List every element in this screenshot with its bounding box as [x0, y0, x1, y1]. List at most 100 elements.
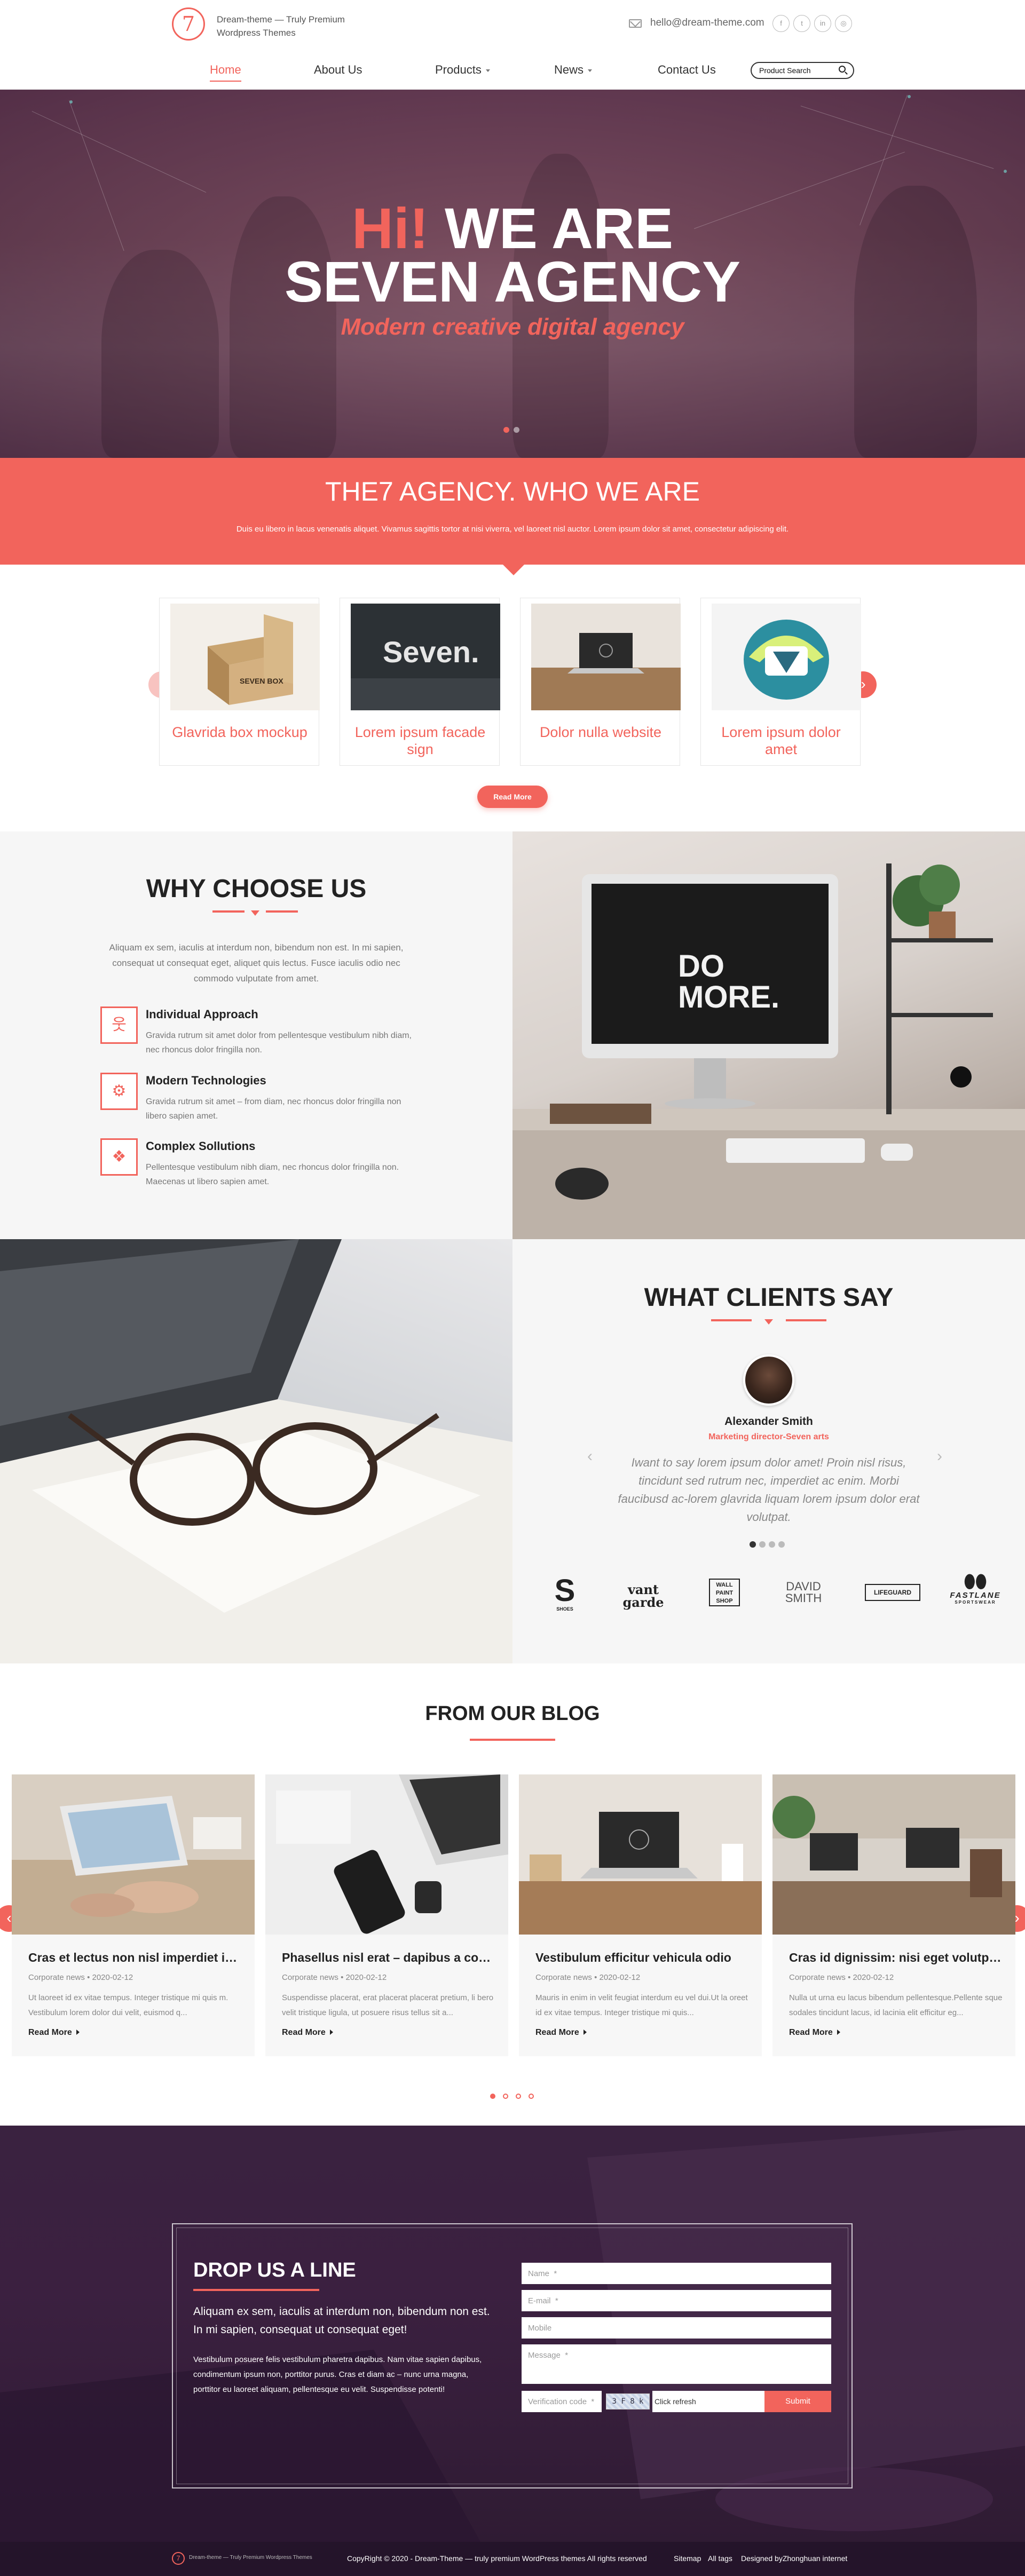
- network-node: [69, 100, 73, 104]
- nav-contact[interactable]: Contact Us: [658, 63, 716, 77]
- clients-title: WHAT CLIENTS SAY: [644, 1283, 894, 1312]
- blog-post-title[interactable]: Phasellus nisl erat – dapibus a conv...: [282, 1951, 495, 1965]
- blog-photo-laptop-hands: [12, 1774, 255, 1935]
- linkedin-icon[interactable]: in: [814, 15, 831, 32]
- blog-category[interactable]: Corporate news: [789, 1973, 846, 1982]
- verification-field[interactable]: [522, 2391, 602, 2412]
- blog-card[interactable]: Cras et lectus non nisl imperdiet in ...…: [12, 1774, 255, 2056]
- instagram-icon[interactable]: ◎: [835, 15, 852, 32]
- box-mockup-illustration: SEVEN BOX: [208, 614, 293, 705]
- nav-news-label: News: [554, 63, 584, 76]
- footer-sitemap-link[interactable]: Sitemap: [674, 2554, 701, 2563]
- title-decoration-right: [266, 910, 298, 913]
- blog-card[interactable]: Phasellus nisl erat – dapibus a conv... …: [265, 1774, 508, 2056]
- testimonial-dot[interactable]: [769, 1541, 775, 1548]
- feature-desc: Gravida rutrum sit amet – from diam, nec…: [146, 1097, 401, 1121]
- hero-slider: Hi! WE ARE SEVEN AGENCY Modern creative …: [0, 90, 1025, 458]
- footer-logo-icon[interactable]: 7: [172, 2552, 185, 2565]
- footer-logo-text[interactable]: Dream-theme — Truly Premium Wordpress Th…: [189, 2555, 312, 2561]
- contact-email-link[interactable]: hello@dream-theme.com: [650, 17, 764, 29]
- hero-pagination: [503, 426, 524, 435]
- network-node: [1004, 170, 1007, 173]
- nav-news[interactable]: News: [554, 63, 593, 77]
- hero-dot-2[interactable]: [514, 427, 519, 433]
- caret-right-icon: [583, 2030, 587, 2035]
- title-decoration-right: [786, 1319, 826, 1321]
- hero-dot-1[interactable]: [503, 427, 509, 433]
- blog-read-more-link[interactable]: Read More: [28, 2028, 80, 2038]
- testimonial-dot[interactable]: [759, 1541, 766, 1548]
- blog-image: [265, 1774, 508, 1935]
- testimonial-dot[interactable]: [778, 1541, 785, 1548]
- read-more-button[interactable]: Read More: [477, 786, 548, 808]
- name-field[interactable]: [522, 2263, 831, 2284]
- product-card[interactable]: Seven. Lorem ipsum facade sign: [340, 598, 500, 766]
- twitter-icon[interactable]: t: [793, 15, 810, 32]
- blog-read-more-link[interactable]: Read More: [282, 2028, 333, 2038]
- contact-body: Vestibulum posuere felis vestibulum phar…: [193, 2355, 482, 2394]
- search-icon[interactable]: [839, 66, 846, 73]
- nav-about[interactable]: About Us: [314, 63, 362, 77]
- blog-category[interactable]: Corporate news: [535, 1973, 592, 1982]
- message-field[interactable]: [522, 2344, 831, 2384]
- product-title[interactable]: Glavrida box mockup: [165, 724, 314, 741]
- title-decoration-chevron: [251, 910, 259, 916]
- blog-read-more-link[interactable]: Read More: [535, 2028, 587, 2038]
- captcha-image[interactable]: 3 F 8 k: [606, 2393, 650, 2409]
- blog-category[interactable]: Corporate news: [282, 1973, 338, 1982]
- client-name: Alexander Smith: [724, 1415, 813, 1428]
- feature-title: Modern Technologies: [146, 1074, 266, 1087]
- blog-dot[interactable]: [516, 2094, 521, 2099]
- facade-sign-text: Seven.: [383, 635, 479, 669]
- product-card[interactable]: SEVEN BOX Glavrida box mockup: [159, 598, 320, 766]
- blog-image: [12, 1774, 255, 1935]
- captcha-refresh-link[interactable]: Click refresh: [652, 2391, 764, 2412]
- hero-title-line-2: SEVEN AGENCY: [284, 249, 741, 314]
- testimonial-pagination: [750, 1541, 788, 1550]
- blog-dot[interactable]: [529, 2094, 534, 2099]
- blog-card[interactable]: Cras id dignissim: nisi eget volutpat...…: [772, 1774, 1015, 2056]
- footer-all-tags-link[interactable]: All tags: [708, 2554, 732, 2563]
- meta-separator: •: [87, 1973, 90, 1982]
- product-card[interactable]: Lorem ipsum dolor amet: [700, 598, 861, 766]
- blog-post-excerpt: Ut laoreet id ex vitae tempus. Integer t…: [28, 1993, 228, 2017]
- mobile-field[interactable]: [522, 2317, 831, 2339]
- logo-line-2: Wordpress Themes: [217, 28, 296, 38]
- blog-category[interactable]: Corporate news: [28, 1973, 85, 1982]
- product-title[interactable]: Lorem ipsum facade sign: [345, 724, 495, 758]
- box-mockup-text: SEVEN BOX: [240, 677, 283, 685]
- footer-designer-link[interactable]: Designed byZhonghuan internet: [741, 2554, 847, 2563]
- blog-dot[interactable]: [503, 2094, 508, 2099]
- chevron-down-icon: [588, 69, 593, 72]
- nav-products[interactable]: Products: [435, 63, 490, 77]
- logo-tagline[interactable]: Dream-theme — Truly Premium Wordpress Th…: [217, 13, 345, 39]
- submit-button[interactable]: Submit: [764, 2391, 831, 2412]
- contact-title: DROP US A LINE: [193, 2259, 356, 2281]
- email-field[interactable]: [522, 2290, 831, 2311]
- facebook-icon[interactable]: f: [772, 15, 790, 32]
- laptop-illustration: [531, 633, 681, 710]
- blog-dot[interactable]: [490, 2094, 495, 2099]
- feature-title: Complex Sollutions: [146, 1139, 256, 1153]
- product-title[interactable]: Dolor nulla website: [526, 724, 675, 741]
- meta-separator: •: [594, 1973, 597, 1982]
- blog-post-excerpt: Mauris in enim in velit feugiat interdum…: [535, 1993, 748, 2017]
- testimonial-next-button[interactable]: ›: [937, 1447, 942, 1465]
- blog-post-title[interactable]: Cras id dignissim: nisi eget volutpat...: [789, 1951, 1003, 1965]
- site-footer: 7 Dream-theme — Truly Premium Wordpress …: [0, 2542, 1025, 2576]
- testimonial-dot[interactable]: [750, 1541, 756, 1548]
- gears-icon: ⚙: [100, 1073, 138, 1110]
- blog-post-title[interactable]: Cras et lectus non nisl imperdiet in ...: [28, 1951, 242, 1965]
- contact-section: DROP US A LINE Aliquam ex sem, iaculis a…: [0, 2126, 1025, 2542]
- blog-post-title[interactable]: Vestibulum efficitur vehicula odio: [535, 1951, 749, 1965]
- logo-icon[interactable]: 7: [172, 7, 205, 41]
- avatar: [743, 1354, 794, 1406]
- blog-card[interactable]: Vestibulum efficitur vehicula odio Corpo…: [519, 1774, 762, 2056]
- testimonial-prev-button[interactable]: ‹: [587, 1447, 593, 1465]
- blog-post-meta: Corporate news • 2020-02-12: [535, 1973, 640, 1982]
- product-title[interactable]: Lorem ipsum dolor amet: [706, 724, 856, 758]
- nav-home[interactable]: Home: [210, 63, 241, 82]
- blog-read-more-link[interactable]: Read More: [789, 2028, 840, 2038]
- product-card[interactable]: Dolor nulla website: [520, 598, 681, 766]
- glasses-photo: [0, 1239, 512, 1663]
